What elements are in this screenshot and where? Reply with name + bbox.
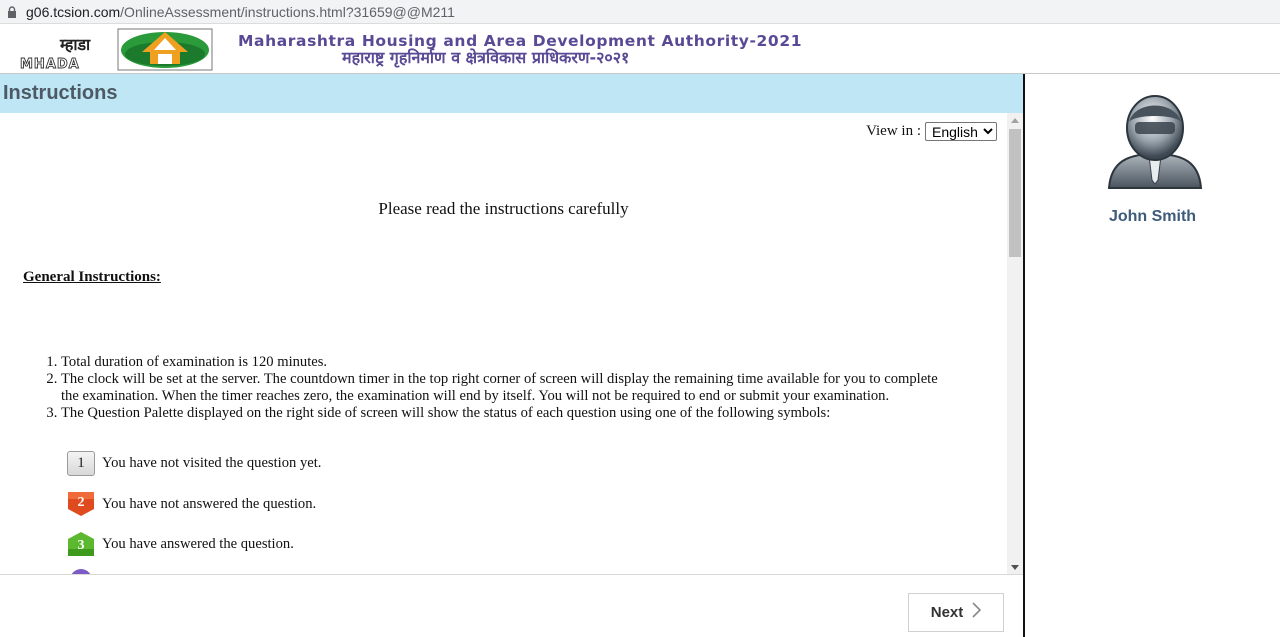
answered-icon: 3	[67, 531, 95, 557]
instruction-item: The clock will be set at the server. The…	[61, 371, 941, 405]
vertical-scrollbar[interactable]	[1007, 113, 1023, 574]
scrollbar-thumb[interactable]	[1009, 129, 1021, 257]
lock-icon	[7, 5, 17, 18]
symbol-number: 3	[77, 538, 85, 553]
instruction-list: Total duration of examination is 120 min…	[61, 354, 941, 422]
next-label: Next	[930, 604, 964, 621]
next-button[interactable]: Next	[908, 593, 1004, 632]
address-bar[interactable]: g06.tcsion.com/OnlineAssessment/instruct…	[0, 0, 1280, 24]
profile-panel: John Smith	[1025, 74, 1280, 637]
header-banner: म्हाडा MHADA Maharashtra Housing and Are…	[0, 24, 1280, 74]
user-avatar-icon	[1105, 92, 1205, 192]
symbol-row-not-visited: 1 You have not visited the question yet.	[67, 451, 321, 476]
instructions-header: Instructions	[0, 74, 1023, 113]
not-visited-icon: 1	[67, 451, 95, 476]
symbol-row-not-answered: 2 You have not answered the question.	[67, 491, 316, 517]
svg-text:MHADA: MHADA	[20, 57, 80, 72]
view-in-label: View in :	[866, 123, 921, 139]
url-path: /OnlineAssessment/instructions.html?3165…	[120, 3, 455, 20]
symbol-description: You have answered the question.	[102, 535, 294, 552]
scroll-down-arrow-icon[interactable]	[1007, 560, 1023, 574]
symbol-description: You have not answered the question.	[102, 495, 317, 512]
language-select[interactable]: English	[925, 122, 997, 141]
general-instructions-heading: General Instructions:	[23, 269, 161, 285]
url-host: g06.tcsion.com	[26, 3, 121, 20]
not-answered-icon: 2	[67, 491, 95, 517]
instructions-content[interactable]: View in : English Please read the instru…	[0, 113, 1007, 574]
footer-divider	[0, 574, 1023, 575]
symbol-number: 2	[77, 495, 85, 510]
banner-title-mr: महाराष्ट्र गृहनिर्माण व क्षेत्रविकास प्र…	[342, 48, 630, 67]
mhada-logo: म्हाडा MHADA	[18, 28, 214, 72]
scroll-up-arrow-icon[interactable]	[1007, 113, 1023, 127]
symbol-row-answered: 3 You have answered the question.	[67, 531, 294, 557]
please-read-text: Please read the instructions carefully	[378, 199, 629, 218]
symbol-description: You have not visited the question yet.	[102, 455, 322, 471]
svg-text:म्हाडा: म्हाडा	[59, 35, 91, 54]
chevron-right-icon	[971, 602, 982, 623]
instruction-item: Total duration of examination is 120 min…	[61, 354, 941, 371]
instructions-pane: Instructions View in : English Please re…	[0, 74, 1023, 637]
user-name: John Smith	[1108, 208, 1197, 225]
language-selector: View in : English	[866, 122, 997, 141]
instruction-item: The Question Palette displayed on the ri…	[61, 405, 941, 422]
